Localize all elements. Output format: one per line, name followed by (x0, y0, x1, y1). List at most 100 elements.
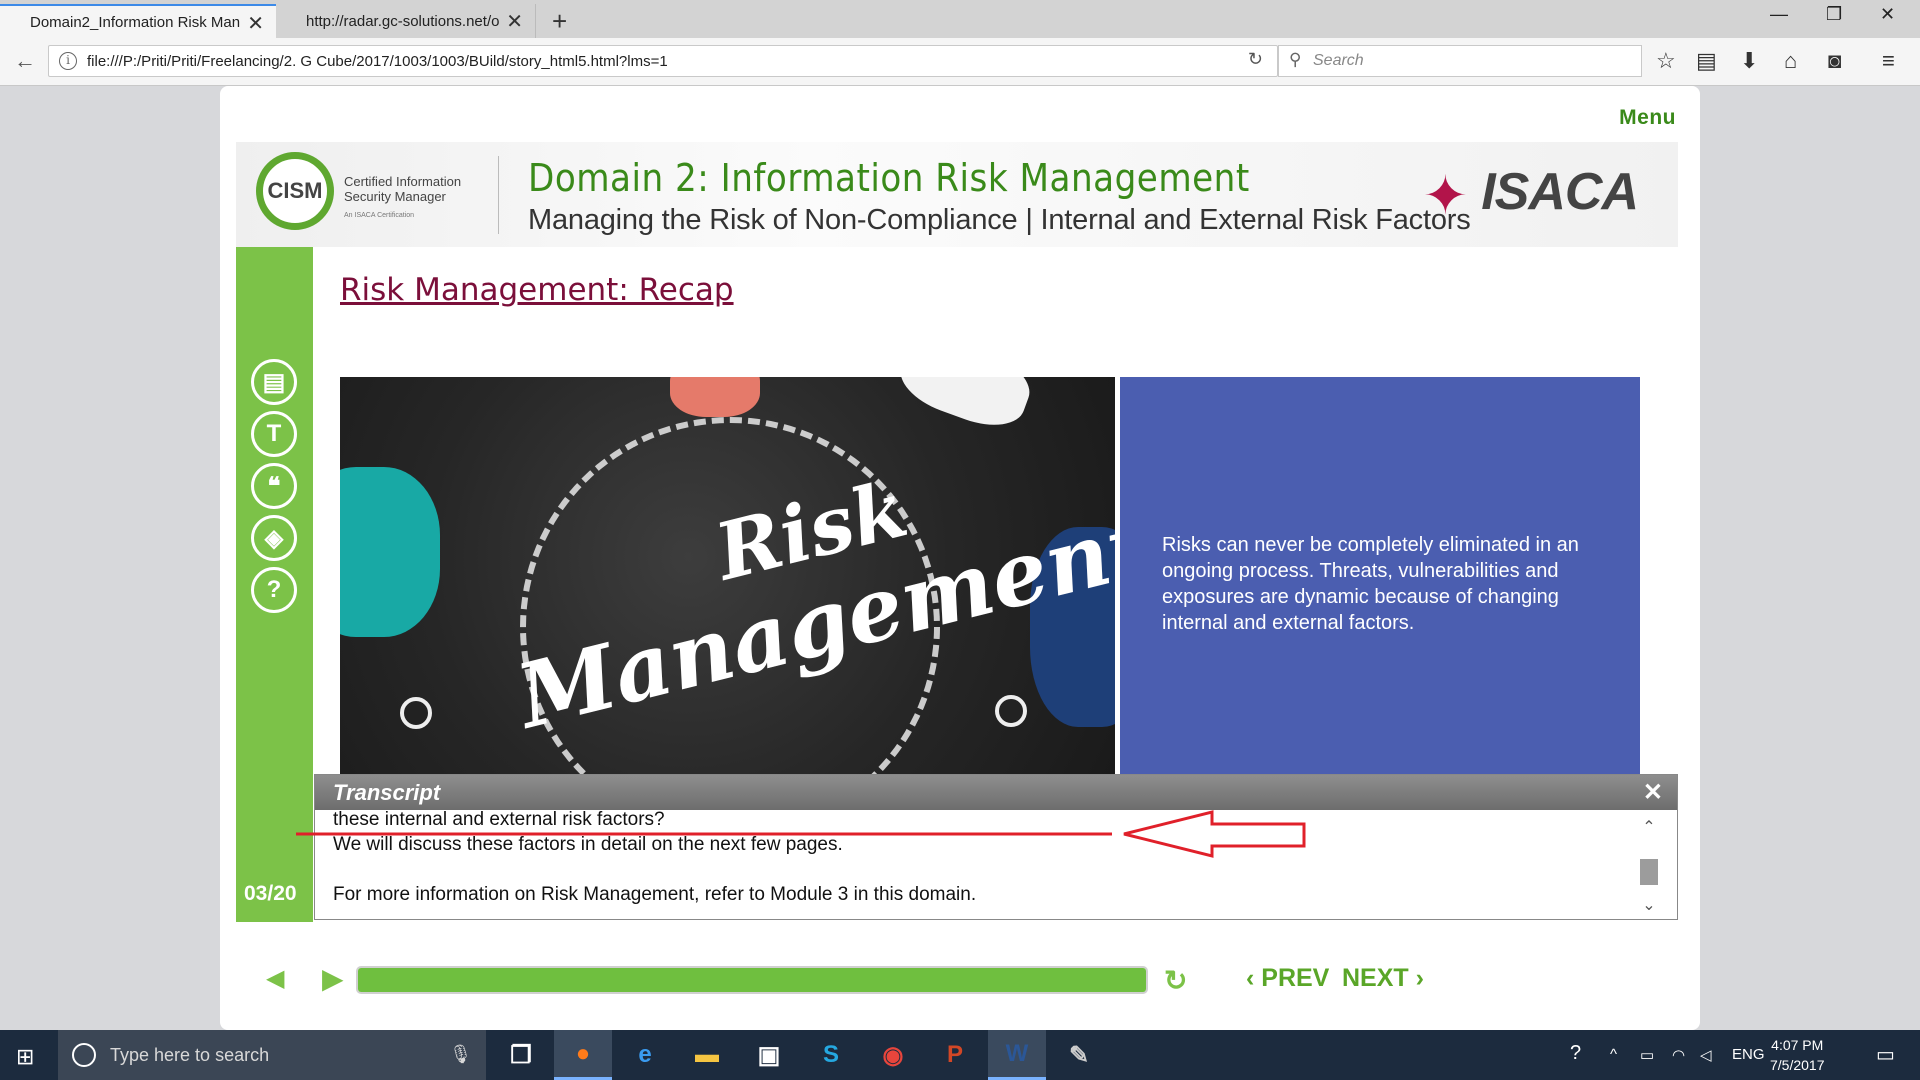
tab-course[interactable]: Domain2_Information Risk Mana ✕ (0, 4, 276, 38)
quote-icon[interactable]: ❝ (251, 463, 297, 509)
next-button[interactable]: NEXT › (1342, 964, 1424, 993)
minimize-icon[interactable]: — (1770, 4, 1788, 25)
microphone-icon[interactable]: 🎙 (449, 1044, 472, 1065)
nav-bar: ← i file:///P:/Priti/Priti/Freelancing/2… (0, 38, 1920, 86)
next-label: NEXT (1342, 964, 1409, 992)
page-counter: 03/20 (244, 882, 297, 905)
tab-bar: Domain2_Information Risk Mana ✕ http://r… (0, 0, 1920, 38)
powerpoint-icon[interactable]: P (926, 1030, 984, 1080)
cism-logo: CISM (256, 152, 334, 230)
person-left (340, 467, 440, 637)
prev-button[interactable]: ‹ PREV (1246, 964, 1329, 993)
scrollbar-thumb[interactable] (1640, 859, 1658, 885)
text-icon[interactable]: T (251, 411, 297, 457)
isaca-star-icon: ✦ (1422, 166, 1468, 226)
module-subtitle: Managing the Risk of Non-Compliance | In… (528, 204, 1471, 236)
chevron-down-icon[interactable]: ⌄ (1637, 895, 1661, 915)
reading-list-icon[interactable]: ▤ (1696, 48, 1717, 74)
word-icon[interactable]: W (988, 1030, 1046, 1080)
chevron-up-icon[interactable]: ⌃ (1637, 817, 1661, 837)
wifi-icon[interactable]: ◠ (1672, 1046, 1685, 1064)
file-explorer-icon[interactable]: ▬ (678, 1030, 736, 1080)
restore-icon[interactable]: ❐ (1826, 4, 1842, 25)
notes-icon[interactable]: ▤ (251, 359, 297, 405)
taskbar-search[interactable]: Type here to search 🎙 (58, 1030, 486, 1080)
store-icon[interactable]: ▣ (740, 1030, 798, 1080)
chevron-up-icon[interactable]: ^ (1610, 1046, 1617, 1063)
cortana-icon (72, 1043, 96, 1067)
progress-bar[interactable] (356, 966, 1148, 994)
menu-link[interactable]: Menu (1619, 106, 1676, 130)
prev-label: PREV (1261, 964, 1330, 992)
course-banner: CISM Certified Information Security Mana… (236, 142, 1678, 247)
help-icon[interactable]: ? (251, 567, 297, 613)
skype-icon[interactable]: S (802, 1030, 860, 1080)
tab-radar[interactable]: http://radar.gc-solutions.net/ope ✕ (276, 4, 536, 38)
close-tab-icon[interactable]: ✕ (247, 11, 264, 36)
tab-title: Domain2_Information Risk Mana (30, 13, 240, 31)
close-window-icon[interactable]: ✕ (1880, 4, 1895, 25)
page-title: Risk Management: Recap (340, 272, 734, 308)
battery-icon[interactable]: ▭ (1640, 1046, 1654, 1064)
back-icon[interactable]: ← (14, 48, 36, 74)
play-icon[interactable]: ▶ (322, 962, 344, 995)
person-top (670, 377, 760, 417)
coffee-cup (400, 697, 432, 729)
search-icon: ⚲ (1289, 50, 1302, 69)
risk-management-image: Risk Management (340, 377, 1115, 777)
cism-logo-caption: Certified Information Security Manager A… (344, 174, 464, 223)
windows-start-icon[interactable]: ⊞ (16, 1044, 34, 1070)
cism-caption-line2: Security Manager (344, 189, 446, 204)
firefox-icon[interactable]: ● (554, 1030, 612, 1080)
transcript-header: Transcript ✕ (315, 775, 1677, 810)
help-tray-icon[interactable]: ? (1570, 1042, 1581, 1065)
bookmark-star-icon[interactable]: ☆ (1656, 48, 1676, 74)
hamburger-menu-icon[interactable]: ≡ (1882, 48, 1895, 74)
transcript-line: We will discuss these factors in detail … (333, 834, 843, 855)
transcript-line: For more information on Risk Management,… (333, 884, 977, 905)
taskbar: ⊞ Type here to search 🎙 ❐ ● e ▬ ▣ S ◉ P … (0, 1030, 1920, 1080)
clock-time: 4:07 PM (1771, 1037, 1824, 1053)
edge-icon[interactable]: e (616, 1030, 674, 1080)
coffee-cup (995, 695, 1027, 727)
url-text: file:///P:/Priti/Priti/Freelancing/2. G … (87, 52, 668, 70)
volume-icon[interactable]: ◀ (266, 964, 284, 993)
transcript-title: Transcript (333, 780, 441, 805)
volume-tray-icon[interactable]: ◁ (1700, 1046, 1712, 1064)
replay-icon[interactable]: ↻ (1164, 964, 1187, 997)
isaca-logo: ISACA (1481, 163, 1639, 221)
course-sidebar: ▤ T ❝ ◈ ? 03/20 (236, 247, 313, 922)
home-icon[interactable]: ⌂ (1784, 48, 1797, 74)
layers-icon[interactable]: ◈ (251, 515, 297, 561)
transcript-line: these internal and external risk factors… (333, 809, 665, 830)
paint-icon[interactable]: ✎ (1050, 1030, 1108, 1080)
banner-divider (498, 156, 499, 234)
tab-title: http://radar.gc-solutions.net/ope (306, 12, 499, 30)
info-panel: Risks can never be completely eliminated… (1120, 377, 1640, 777)
playback-controls: ◀ ▶ ↻ ‹ PREV NEXT › (236, 936, 1678, 1016)
cism-caption-line3: An ISACA Certification (344, 212, 415, 219)
task-view-icon[interactable]: ❐ (492, 1030, 550, 1080)
new-tab-icon[interactable]: + (552, 6, 567, 37)
taskbar-search-placeholder: Type here to search (110, 1044, 270, 1065)
close-icon[interactable]: ✕ (1643, 775, 1663, 810)
notifications-icon[interactable]: ▭ (1876, 1042, 1895, 1067)
system-clock[interactable]: 4:07 PM 7/5/2017 (1770, 1035, 1825, 1075)
pocket-icon[interactable]: ◙ (1828, 48, 1841, 74)
search-placeholder: Search (1313, 52, 1364, 69)
reload-icon[interactable]: ↻ (1248, 49, 1263, 70)
cism-caption-line1: Certified Information (344, 174, 462, 189)
paper-sheet (891, 377, 1039, 438)
info-icon[interactable]: i (59, 52, 77, 70)
progress-fill (358, 968, 1146, 992)
download-icon[interactable]: ⬇ (1740, 48, 1758, 74)
language-indicator[interactable]: ENG (1732, 1046, 1765, 1063)
close-tab-icon[interactable]: ✕ (506, 9, 523, 34)
search-input[interactable]: ⚲ Search (1278, 45, 1642, 77)
info-text: Risks can never be completely eliminated… (1162, 534, 1579, 634)
domain-title: Domain 2: Information Risk Management (528, 156, 1250, 200)
transcript-panel: Transcript ✕ these internal and external… (314, 774, 1678, 920)
url-bar[interactable]: i file:///P:/Priti/Priti/Freelancing/2. … (48, 45, 1278, 77)
transcript-scrollbar[interactable]: ⌃ ⌄ (1637, 817, 1661, 915)
chrome-icon[interactable]: ◉ (864, 1030, 922, 1080)
